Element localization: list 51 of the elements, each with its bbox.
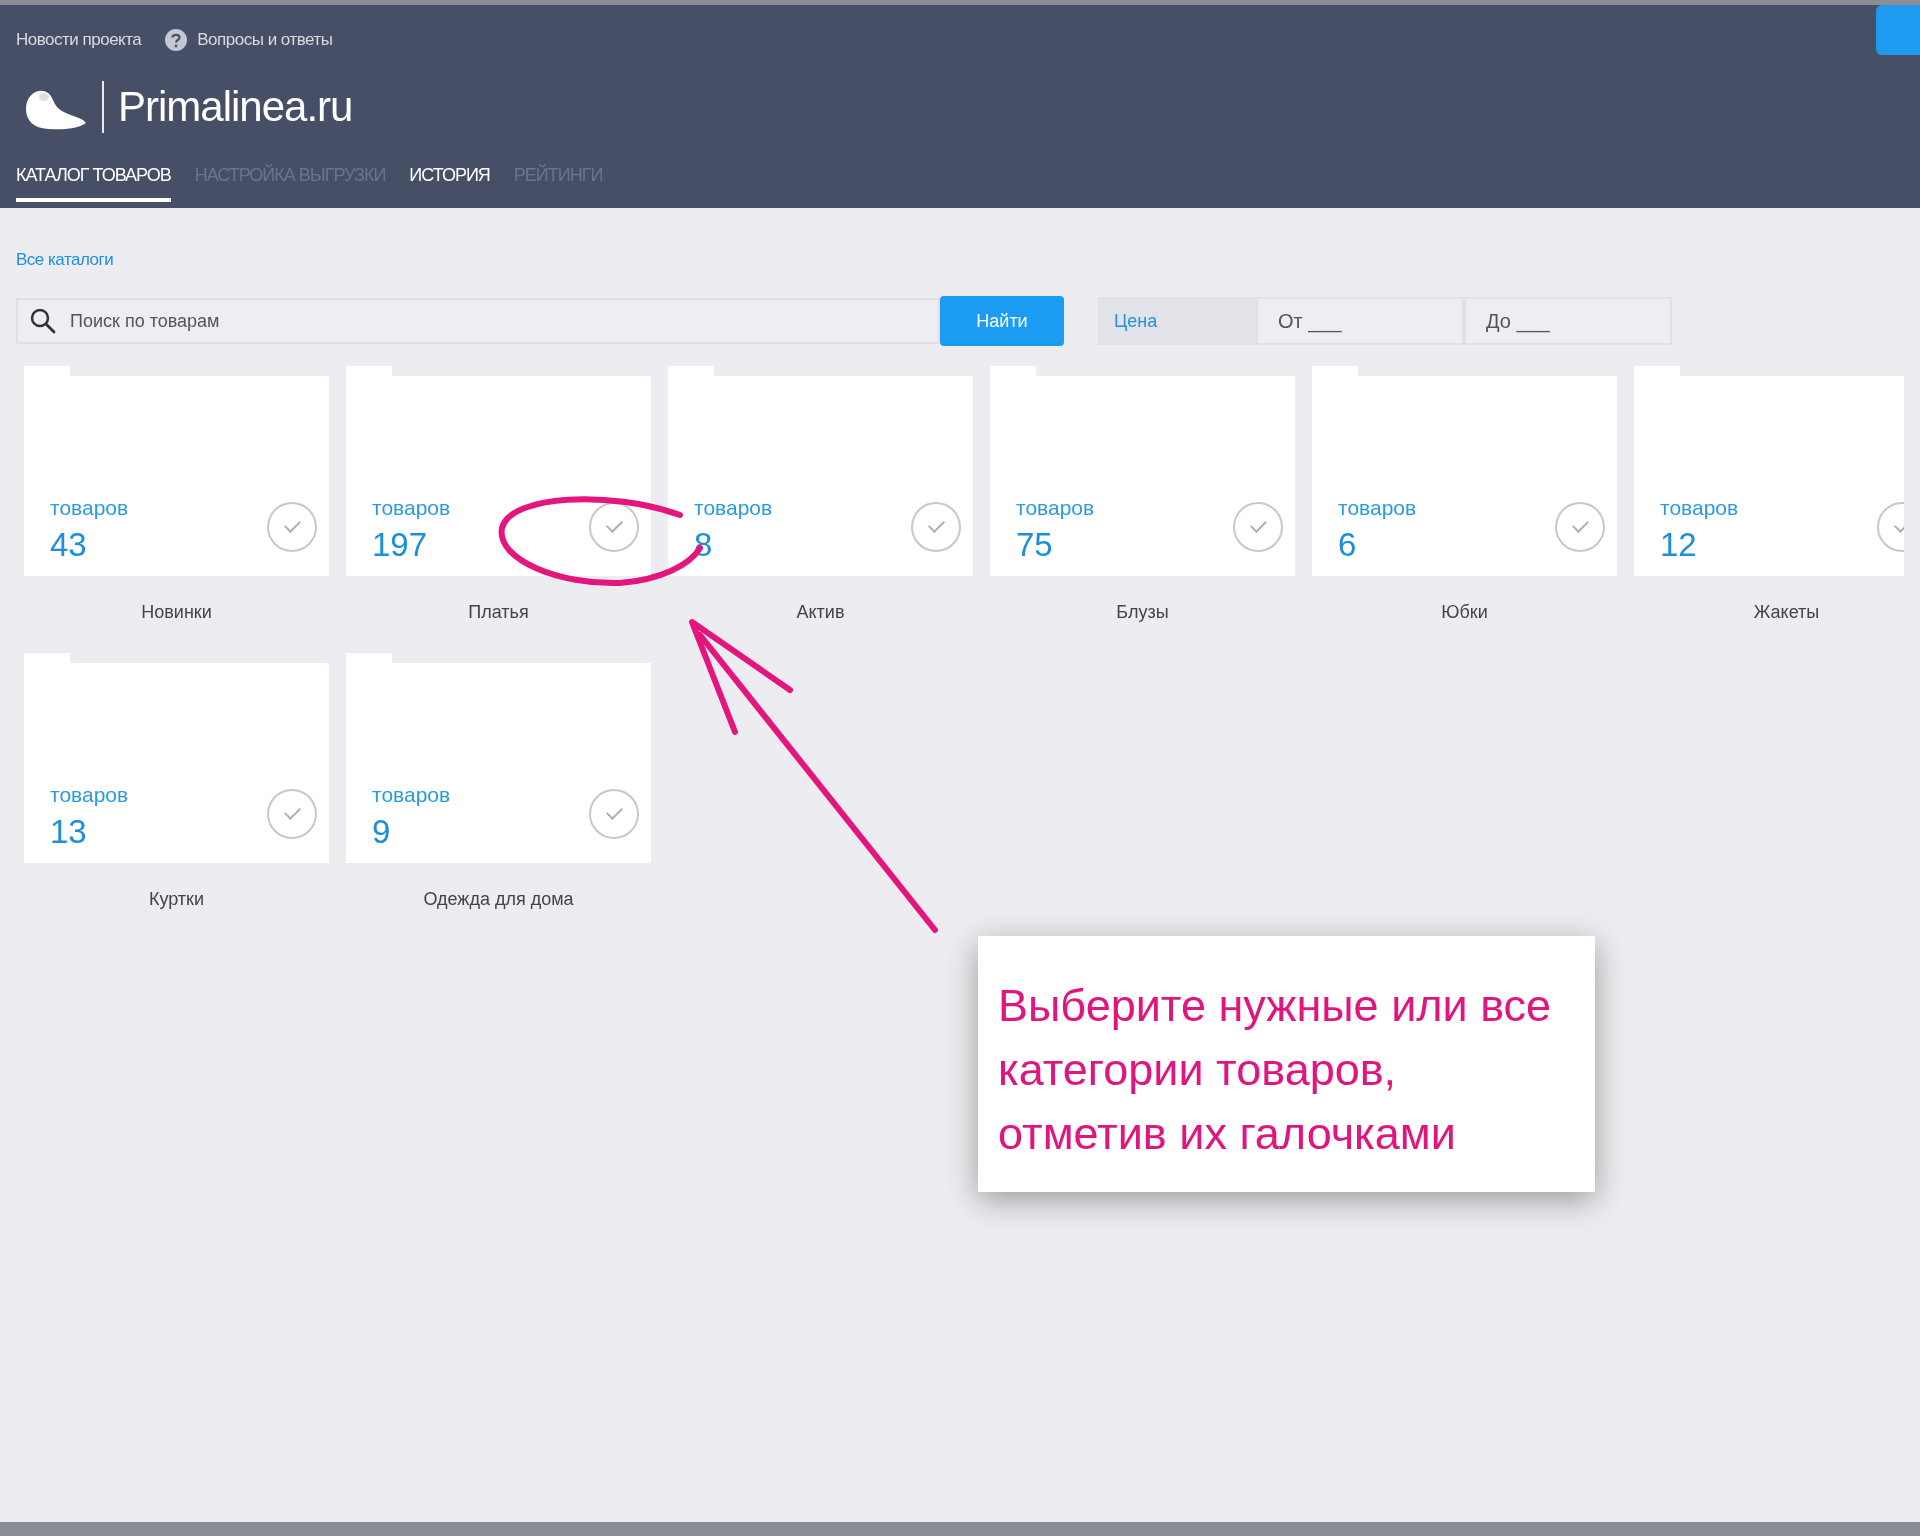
count-label: товаров xyxy=(1016,496,1095,520)
count-label: товаров xyxy=(1660,496,1739,520)
header-link[interactable]: Вопросы и ответы xyxy=(197,30,333,50)
count-label: товаров xyxy=(50,496,129,520)
category-name: Куртки xyxy=(147,889,206,910)
category-name: Блузы xyxy=(1115,602,1170,623)
price-to-field[interactable]: До ___ xyxy=(1464,297,1672,345)
nav-tab[interactable]: КАТАЛОГ ТОВАРОВ xyxy=(16,165,171,202)
category-name: Платья xyxy=(467,602,530,623)
all-catalogs-link[interactable]: Все каталоги xyxy=(16,250,114,270)
price-from-field[interactable]: От ___ xyxy=(1256,297,1464,345)
item-count: 197 xyxy=(372,526,429,564)
category-card[interactable]: товаров 43 xyxy=(24,366,329,576)
count-label: товаров xyxy=(372,496,451,520)
category-card[interactable]: товаров 13 xyxy=(24,653,329,863)
item-count: 9 xyxy=(372,813,392,851)
select-checkbox[interactable] xyxy=(589,502,639,552)
category-card[interactable]: товаров 12 xyxy=(1634,366,1904,576)
category-card[interactable]: товаров 75 xyxy=(990,366,1295,576)
category-name: Одежда для дома xyxy=(422,889,575,910)
item-count: 12 xyxy=(1660,526,1698,564)
header-link[interactable]: Новости проекта xyxy=(16,30,142,50)
select-checkbox[interactable] xyxy=(589,789,639,839)
count-label: товаров xyxy=(1338,496,1417,520)
search-icon xyxy=(30,308,56,334)
price-label: Цена xyxy=(1098,297,1256,345)
category-name: Юбки xyxy=(1440,602,1489,623)
count-label: товаров xyxy=(50,783,129,807)
corner-button[interactable] xyxy=(1876,5,1920,55)
count-label: товаров xyxy=(372,783,451,807)
item-count: 43 xyxy=(50,526,88,564)
item-count: 13 xyxy=(50,813,88,851)
select-checkbox[interactable] xyxy=(1555,502,1605,552)
callout-text: Выберите нужные или все категории товаров, отметив их галочками xyxy=(978,936,1595,1192)
count-label: товаров xyxy=(694,496,773,520)
category-name: Жакеты xyxy=(1752,602,1821,623)
category-card[interactable]: товаров 9 xyxy=(346,653,651,863)
select-checkbox[interactable] xyxy=(911,502,961,552)
select-checkbox[interactable] xyxy=(267,502,317,552)
select-checkbox[interactable] xyxy=(267,789,317,839)
search-button[interactable]: Найти xyxy=(940,296,1064,346)
logo-text[interactable]: Primalinea.ru xyxy=(118,83,353,131)
category-name: Актив xyxy=(795,602,846,623)
select-checkbox[interactable] xyxy=(1233,502,1283,552)
category-name: Новинки xyxy=(140,602,213,623)
nav-tab[interactable]: ИСТОРИЯ xyxy=(409,165,490,202)
category-card[interactable]: товаров 197 xyxy=(346,366,651,576)
item-count: 6 xyxy=(1338,526,1358,564)
search-field[interactable]: Поиск по товарам xyxy=(16,298,940,344)
category-card[interactable]: товаров 6 xyxy=(1312,366,1617,576)
item-count: 75 xyxy=(1016,526,1054,564)
